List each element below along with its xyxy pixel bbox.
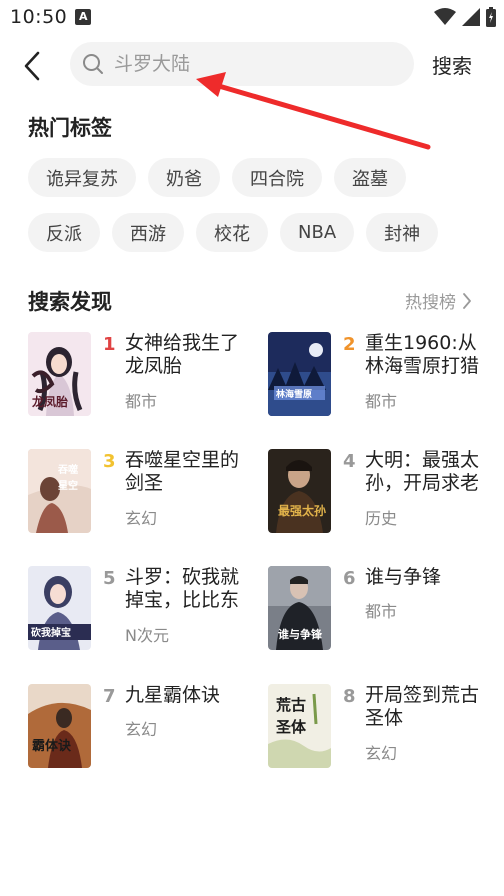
book-rank: 4 — [343, 451, 356, 472]
book-genre: N次元 — [125, 626, 169, 645]
svg-text:砍我掉宝: 砍我掉宝 — [31, 626, 71, 639]
book-item[interactable]: 吞噬星空 3 吞噬星空里的剑圣 玄幻 — [28, 449, 258, 539]
book-title: 大明：最强太孙，开局求老 — [365, 449, 480, 494]
search-button[interactable]: 搜索 — [432, 50, 472, 79]
book-genre: 都市 — [125, 392, 158, 411]
swordsman-cover: 吞噬 星空 — [28, 449, 91, 533]
book-genre: 玄幻 — [125, 720, 158, 739]
chevron-left-icon — [24, 51, 40, 81]
book-rank: 2 — [343, 334, 356, 355]
notification-icon: A — [75, 9, 91, 25]
status-time: 10:50 — [10, 6, 68, 28]
book-rank: 8 — [343, 686, 356, 707]
book-genre: 都市 — [365, 392, 398, 411]
book-rank: 3 — [103, 451, 116, 472]
book-title: 开局签到荒古圣体 — [365, 684, 480, 729]
book-title: 女神给我生了龙凤胎 — [125, 332, 240, 377]
book-item[interactable]: 砍我掉宝 5 斗罗：砍我就掉宝，比比东 N次元 — [28, 566, 258, 656]
hot-tags-row-1: 诡异复苏 奶爸 四合院 盗墓 — [28, 158, 406, 197]
tag-chip[interactable]: 反派 — [28, 213, 100, 252]
book-rank: 5 — [103, 568, 116, 589]
search-box[interactable] — [70, 42, 414, 86]
book-title: 重生1960:从林海雪原打猎 — [365, 332, 480, 377]
tag-chip[interactable]: 盗墓 — [334, 158, 406, 197]
warrior-cover: 霸体诀 — [28, 684, 91, 768]
tag-chip[interactable]: 四合院 — [232, 158, 322, 197]
svg-text:龙凤胎: 龙凤胎 — [32, 394, 68, 409]
search-header: 搜索 — [0, 42, 504, 88]
svg-text:吞噬: 吞噬 — [58, 463, 78, 476]
chevron-right-icon — [463, 292, 471, 309]
svg-text:最强太孙: 最强太孙 — [278, 503, 326, 518]
book-item[interactable]: 霸体诀 7 九星霸体诀 玄幻 — [28, 684, 258, 774]
book-title: 吞噬星空里的剑圣 — [125, 449, 240, 494]
wifi-icon — [434, 8, 456, 25]
status-bar: 10:50 A — [0, 0, 504, 34]
svg-text:谁与争锋: 谁与争锋 — [278, 627, 323, 641]
tag-chip[interactable]: 诡异复苏 — [28, 158, 136, 197]
status-icons — [434, 7, 496, 27]
snowy-forest-cover: 林海雪原 — [268, 332, 331, 416]
book-item[interactable]: 谁与争锋 6 谁与争锋 都市 — [268, 566, 498, 656]
tag-chip[interactable]: 西游 — [112, 213, 184, 252]
svg-text:星空: 星空 — [58, 479, 78, 492]
back-button[interactable] — [14, 46, 50, 86]
calligraphy-cover: 荒古 圣体 — [268, 684, 331, 768]
book-rank: 1 — [103, 334, 116, 355]
hot-tags-row-2: 反派 西游 校花 NBA 封神 — [28, 213, 439, 252]
book-item[interactable]: 龙凤胎 1 女神给我生了龙凤胎 都市 — [28, 332, 258, 422]
book-rank: 6 — [343, 568, 356, 589]
book-item[interactable]: 荒古圣体 8 开局签到荒古圣体 玄幻 — [268, 684, 498, 774]
suit-man-cover: 谁与争锋 — [268, 566, 331, 650]
tag-chip[interactable]: 封神 — [366, 213, 439, 252]
svg-text:霸体诀: 霸体诀 — [32, 738, 72, 754]
hot-tags-title: 热门标签 — [28, 116, 112, 140]
svg-text:林海雪原: 林海雪原 — [276, 388, 312, 400]
signal-icon — [462, 8, 480, 26]
svg-text:荒古: 荒古 — [276, 696, 306, 714]
book-item[interactable]: 最强太孙 4 大明：最强太孙，开局求老 历史 — [268, 449, 498, 539]
battery-icon — [486, 7, 496, 27]
discover-title: 搜索发现 — [28, 290, 112, 314]
hot-list-label: 热搜榜 — [405, 293, 456, 313]
book-genre: 历史 — [365, 509, 398, 528]
ming-prince-cover: 最强太孙 — [268, 449, 331, 533]
book-genre: 都市 — [365, 602, 398, 621]
book-genre: 玄幻 — [365, 744, 398, 763]
tag-chip[interactable]: 校花 — [196, 213, 268, 252]
book-title: 斗罗：砍我就掉宝，比比东 — [125, 566, 240, 611]
search-icon — [83, 54, 103, 74]
svg-text:圣体: 圣体 — [275, 718, 307, 736]
book-genre: 玄幻 — [125, 509, 158, 528]
book-item[interactable]: 林海雪原 2 重生1960:从林海雪原打猎 都市 — [268, 332, 498, 422]
notification-letter: A — [79, 10, 88, 23]
anime-girl-cover: 龙凤胎 — [28, 332, 91, 416]
anime-girl-cover: 砍我掉宝 — [28, 566, 91, 650]
tag-chip[interactable]: 奶爸 — [148, 158, 220, 197]
search-input[interactable] — [114, 42, 394, 86]
book-title: 谁与争锋 — [365, 566, 442, 588]
hot-list-link[interactable]: 热搜榜 — [405, 288, 472, 313]
book-title: 九星霸体诀 — [125, 684, 221, 706]
tag-chip[interactable]: NBA — [280, 213, 355, 252]
book-rank: 7 — [103, 686, 116, 707]
